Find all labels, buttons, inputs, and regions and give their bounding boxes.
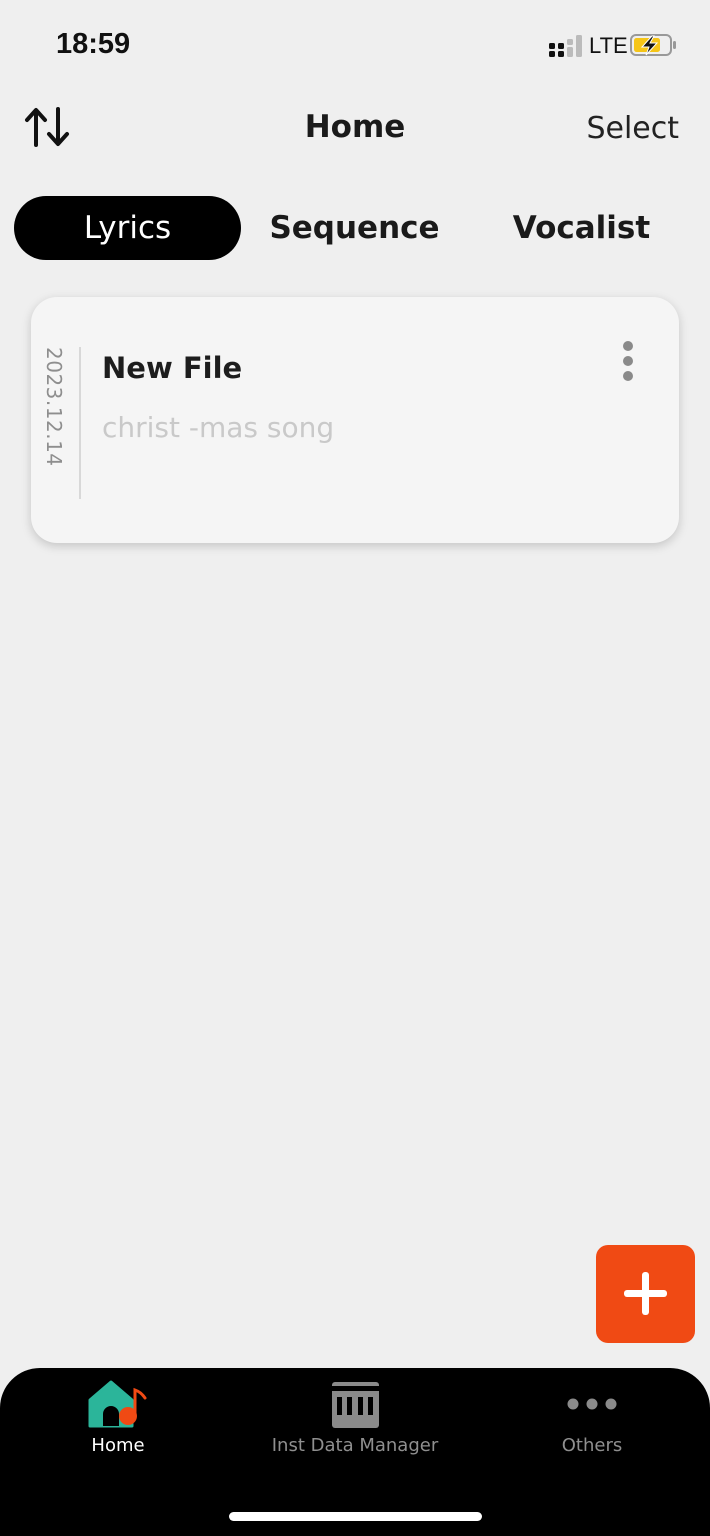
header: Home Select: [0, 95, 710, 165]
add-file-button[interactable]: [596, 1245, 695, 1343]
signal-icon: [549, 35, 582, 57]
file-date: 2023.12.14: [42, 347, 66, 467]
status-time: 18:59: [56, 28, 131, 60]
bottom-nav: Home Inst Data Manager Others: [0, 1368, 710, 1536]
piano-keys-icon: [332, 1382, 379, 1428]
tab-lyrics[interactable]: Lyrics: [14, 196, 241, 260]
nav-label-home: Home: [91, 1435, 145, 1456]
nav-label-inst-data-manager: Inst Data Manager: [271, 1435, 439, 1456]
nav-label-others: Others: [561, 1435, 623, 1456]
file-subtitle: christ -mas song: [102, 411, 335, 444]
home-indicator: [229, 1512, 482, 1521]
tab-sequence[interactable]: Sequence: [241, 196, 468, 260]
more-dots-icon: [567, 1398, 617, 1410]
file-card[interactable]: 2023.12.14 New File christ -mas song: [31, 297, 679, 543]
tab-bar: Lyrics Sequence Vocalist: [14, 196, 696, 260]
home-music-icon: [88, 1380, 147, 1428]
nav-item-others[interactable]: Others: [474, 1368, 710, 1478]
nav-item-home[interactable]: Home: [0, 1368, 236, 1478]
select-button[interactable]: Select: [586, 111, 679, 146]
card-divider: [79, 347, 81, 499]
tab-vocalist[interactable]: Vocalist: [468, 196, 695, 260]
file-title: New File: [102, 351, 243, 385]
battery-charging-icon: [630, 34, 676, 56]
more-vertical-icon[interactable]: [616, 341, 640, 385]
nav-item-inst-data-manager[interactable]: Inst Data Manager: [237, 1368, 473, 1478]
status-bar: 18:59 LTE: [0, 0, 710, 90]
network-type: LTE: [589, 33, 628, 58]
